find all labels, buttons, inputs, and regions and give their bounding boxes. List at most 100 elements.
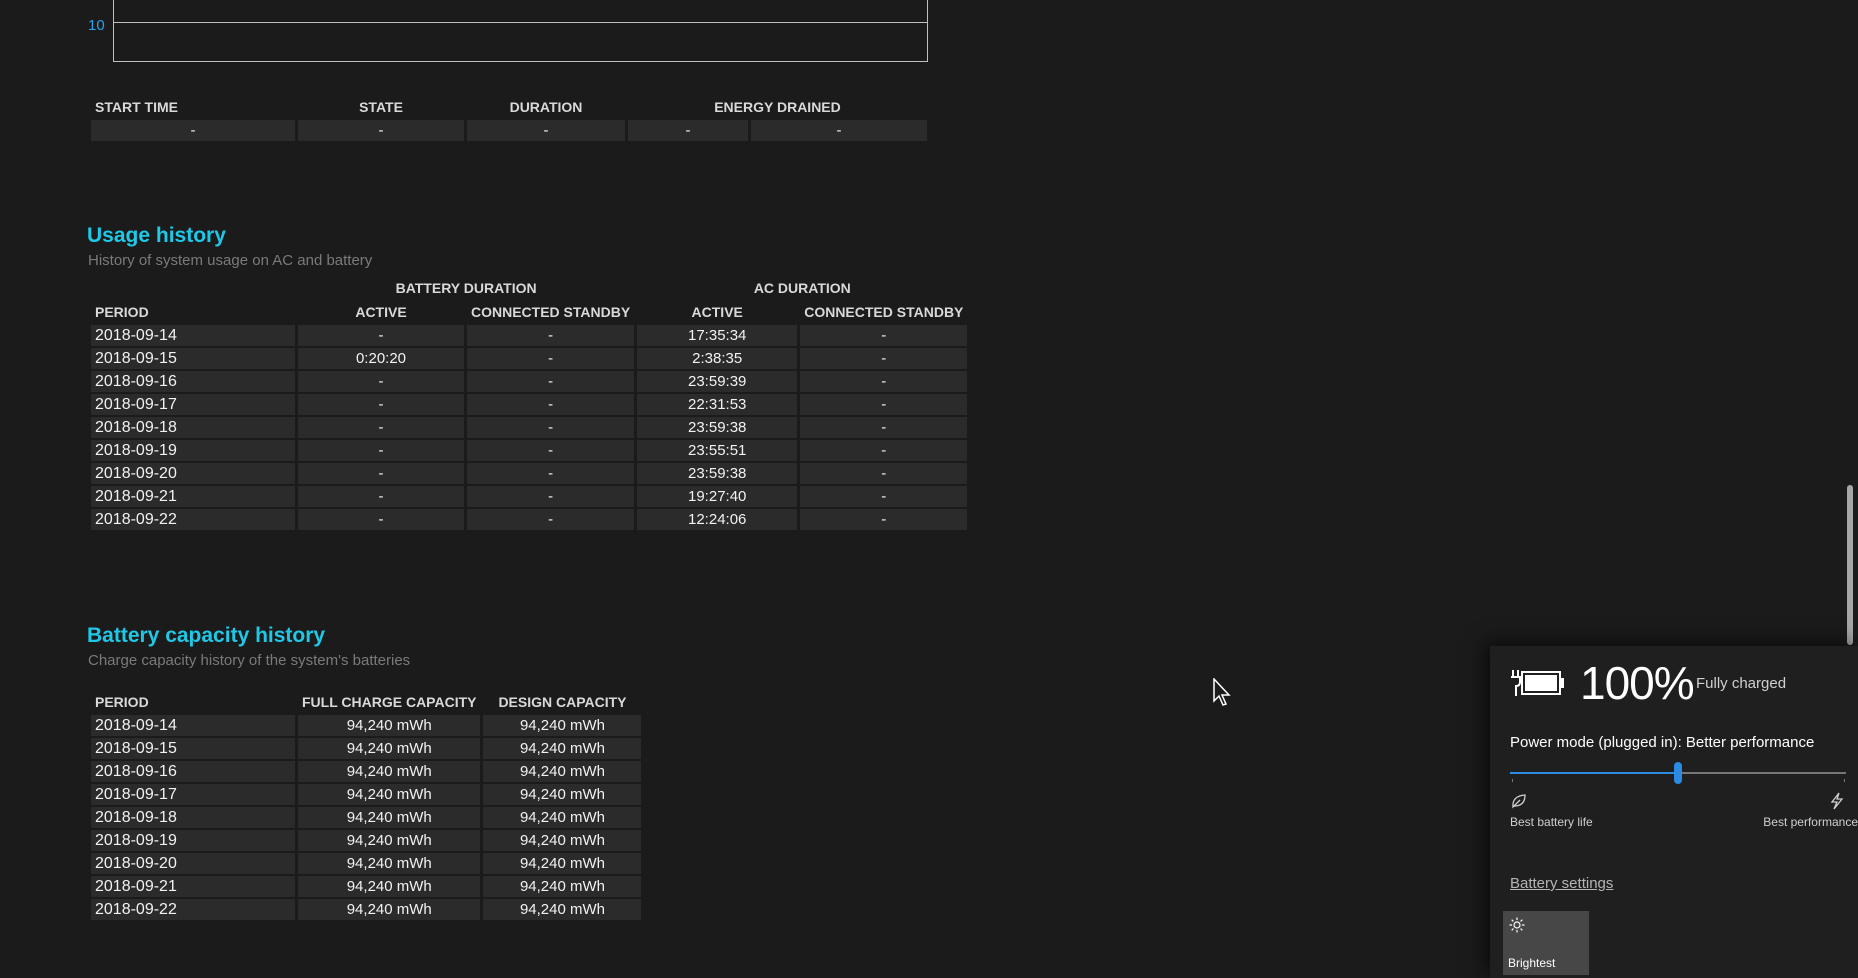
table-cell: - bbox=[298, 509, 464, 530]
period-cell: 2018-09-19 bbox=[91, 830, 295, 851]
table-row: 2018-09-18- -23:59:38- bbox=[91, 417, 968, 438]
group-header-battery-duration: BATTERY DURATION bbox=[395, 280, 537, 296]
battery-drain-chart bbox=[113, 0, 928, 62]
period-cell: 2018-09-21 bbox=[91, 876, 295, 897]
table-cell: - bbox=[298, 440, 464, 461]
period-cell: 2018-09-15 bbox=[91, 738, 295, 759]
battery-settings-link[interactable]: Battery settings bbox=[1510, 875, 1613, 892]
table-cell: 12:24:06 bbox=[637, 509, 798, 530]
table-cell: - bbox=[800, 348, 968, 369]
power-mode-slider[interactable] bbox=[1510, 762, 1846, 784]
slider-tickmark bbox=[1844, 779, 1845, 782]
period-cell: 2018-09-16 bbox=[91, 371, 295, 392]
slider-thumb[interactable] bbox=[1674, 762, 1682, 784]
slider-tickmark bbox=[1512, 779, 1513, 782]
table-cell: - bbox=[467, 348, 635, 369]
table-group-header-row: BATTERY DURATION AC DURATION bbox=[91, 277, 967, 299]
usage-history-subtitle: History of system usage on AC and batter… bbox=[88, 252, 373, 269]
table-cell: - bbox=[800, 371, 968, 392]
brightness-tile-label: Brightest bbox=[1508, 956, 1556, 970]
table-cell: - bbox=[467, 394, 635, 415]
period-cell: 2018-09-19 bbox=[91, 440, 295, 461]
table-row: 2018-09-22- -12:24:06- bbox=[91, 509, 968, 530]
table-cell: - bbox=[298, 463, 464, 484]
usage-history-title: Usage history bbox=[87, 224, 226, 247]
table-cell: - bbox=[467, 463, 635, 484]
column-header-battery-active: ACTIVE bbox=[355, 304, 407, 320]
table-cell: - bbox=[298, 371, 464, 392]
column-header-period: PERIOD bbox=[95, 304, 149, 320]
table-row: 2018-09-18 94,240 mWh 94,240 mWh bbox=[91, 807, 642, 828]
table-cell: 94,240 mWh bbox=[483, 738, 642, 759]
table-row: 2018-09-21 94,240 mWh 94,240 mWh bbox=[91, 876, 642, 897]
column-header-period: PERIOD bbox=[95, 694, 149, 710]
usage-history-table: BATTERY DURATION AC DURATION PERIOD ACTI… bbox=[88, 275, 970, 532]
period-cell: 2018-09-20 bbox=[91, 463, 295, 484]
table-row: 2018-09-19- -23:55:51- bbox=[91, 440, 968, 461]
best-performance-label: Best performance bbox=[1763, 815, 1858, 829]
column-header-battery-connected-standby: CONNECTED STANDBY bbox=[471, 304, 631, 320]
table-cell: - bbox=[298, 394, 464, 415]
table-cell: 0:20:20 bbox=[298, 348, 464, 369]
table-cell: 94,240 mWh bbox=[298, 876, 481, 897]
table-row: 2018-09-19 94,240 mWh 94,240 mWh bbox=[91, 830, 642, 851]
table-cell: - bbox=[467, 417, 635, 438]
table-row: 2018-09-15 94,240 mWh 94,240 mWh bbox=[91, 738, 642, 759]
table-header-row: PERIOD FULL CHARGE CAPACITY DESIGN CAPAC… bbox=[91, 691, 641, 713]
group-header-spacer bbox=[91, 277, 295, 299]
column-header-design-capacity: DESIGN CAPACITY bbox=[498, 694, 627, 710]
battery-status: Fully charged bbox=[1696, 675, 1787, 692]
period-cell: 2018-09-17 bbox=[91, 784, 295, 805]
capacity-history-rows: 2018-09-14 94,240 mWh 94,240 mWh 2018-09-15… bbox=[91, 715, 642, 920]
chart-gridline bbox=[114, 22, 927, 23]
column-header-energy-drained: ENERGY DRAINED bbox=[714, 99, 841, 115]
battery-drain-table: START TIME STATE DURATION ENERGY DRAINED… bbox=[88, 94, 930, 143]
table-cell: - bbox=[298, 486, 464, 507]
slider-fill bbox=[1510, 772, 1678, 774]
period-cell: 2018-09-14 bbox=[91, 325, 295, 346]
table-cell: 94,240 mWh bbox=[483, 761, 642, 782]
leaf-icon bbox=[1512, 794, 1526, 809]
group-header-ac-duration: AC DURATION bbox=[753, 280, 851, 296]
table-cell: - bbox=[800, 509, 968, 530]
period-cell: 2018-09-17 bbox=[91, 394, 295, 415]
table-cell: 23:59:38 bbox=[637, 463, 798, 484]
table-cell: 94,240 mWh bbox=[483, 784, 642, 805]
table-header-row: PERIOD ACTIVE CONNECTED STANDBY ACTIVE C… bbox=[91, 301, 967, 323]
period-cell: 2018-09-14 bbox=[91, 715, 295, 736]
battery-percentage: 100% bbox=[1580, 657, 1695, 709]
table-cell: - bbox=[800, 417, 968, 438]
table-cell: 94,240 mWh bbox=[483, 899, 642, 920]
best-battery-life-label: Best battery life bbox=[1510, 815, 1593, 829]
table-cell: 94,240 mWh bbox=[483, 807, 642, 828]
table-cell: 2:38:35 bbox=[637, 348, 798, 369]
table-cell: 94,240 mWh bbox=[483, 853, 642, 874]
table-cell: 94,240 mWh bbox=[483, 830, 642, 851]
table-cell: 19:27:40 bbox=[637, 486, 798, 507]
period-cell: 2018-09-22 bbox=[91, 899, 295, 920]
table-cell: - bbox=[467, 371, 635, 392]
table-cell: 94,240 mWh bbox=[298, 853, 481, 874]
mouse-cursor-icon bbox=[1213, 678, 1231, 706]
table-cell: - bbox=[800, 325, 968, 346]
table-row: 2018-09-20- -23:59:38- bbox=[91, 463, 968, 484]
table-cell: - bbox=[751, 120, 927, 141]
table-row: - - - - - bbox=[91, 120, 927, 141]
table-row: 2018-09-14 94,240 mWh 94,240 mWh bbox=[91, 715, 642, 736]
table-row: 2018-09-22 94,240 mWh 94,240 mWh bbox=[91, 899, 642, 920]
column-header-duration: DURATION bbox=[509, 99, 583, 115]
period-cell: 2018-09-18 bbox=[91, 807, 295, 828]
table-cell: - bbox=[298, 120, 464, 141]
table-cell: 94,240 mWh bbox=[298, 807, 481, 828]
table-cell: 94,240 mWh bbox=[298, 715, 481, 736]
capacity-history-subtitle: Charge capacity history of the system's … bbox=[88, 652, 411, 669]
brightness-tile[interactable]: Brightest bbox=[1503, 911, 1589, 975]
table-row: 2018-09-20 94,240 mWh 94,240 mWh bbox=[91, 853, 642, 874]
column-header-start-time: START TIME bbox=[95, 99, 178, 115]
table-header-row: START TIME STATE DURATION ENERGY DRAINED bbox=[91, 96, 927, 118]
table-cell: - bbox=[467, 440, 635, 461]
period-cell: 2018-09-21 bbox=[91, 486, 295, 507]
column-header-ac-connected-standby: CONNECTED STANDBY bbox=[804, 304, 964, 320]
scrollbar-thumb[interactable] bbox=[1847, 485, 1853, 645]
lightning-icon bbox=[1830, 792, 1844, 810]
